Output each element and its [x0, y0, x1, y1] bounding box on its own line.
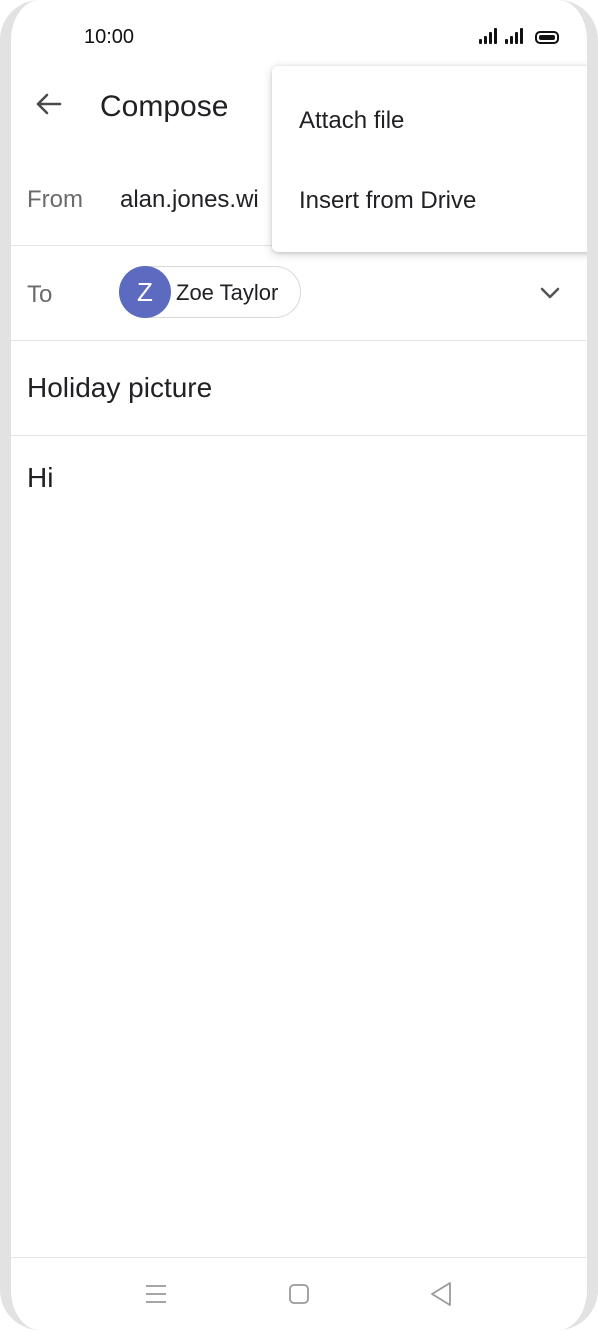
menu-icon — [146, 1285, 166, 1303]
to-label: To — [27, 281, 53, 308]
signal-icon — [479, 28, 497, 44]
body-field[interactable]: Hi — [27, 462, 53, 494]
back-button[interactable] — [29, 84, 69, 124]
nav-menu-button[interactable] — [145, 1283, 167, 1305]
battery-icon — [535, 31, 559, 44]
chevron-down-icon — [540, 287, 560, 299]
from-value[interactable]: alan.jones.wi — [120, 186, 259, 214]
recipient-chip[interactable]: Z Zoe Taylor — [119, 266, 301, 318]
page-title: Compose — [100, 90, 229, 123]
menu-item-attach-file[interactable]: Attach file — [272, 86, 587, 156]
home-icon — [289, 1284, 309, 1304]
nav-back-button[interactable] — [429, 1281, 453, 1307]
signal-icon — [505, 28, 523, 44]
nav-home-button[interactable] — [288, 1283, 310, 1305]
expand-recipients-button[interactable] — [536, 279, 564, 307]
back-triangle-icon — [431, 1282, 451, 1306]
arrow-left-icon — [36, 93, 62, 115]
recipient-name: Zoe Taylor — [176, 280, 279, 305]
screen: 10:00 Compose From alan.jones.wi To Z Zo… — [11, 0, 587, 1330]
to-row: To Z Zoe Taylor — [11, 246, 587, 341]
system-nav-bar — [11, 1257, 587, 1330]
attach-menu: Attach file Insert from Drive — [272, 66, 587, 252]
subject-field[interactable]: Holiday picture — [27, 372, 212, 404]
avatar: Z — [119, 266, 171, 318]
status-time: 10:00 — [84, 26, 135, 48]
phone-frame: 10:00 Compose From alan.jones.wi To Z Zo… — [0, 0, 598, 1330]
from-label: From — [27, 186, 83, 213]
status-icons — [479, 28, 559, 44]
menu-item-insert-from-drive[interactable]: Insert from Drive — [272, 166, 587, 236]
subject-row[interactable]: Holiday picture — [11, 341, 587, 436]
